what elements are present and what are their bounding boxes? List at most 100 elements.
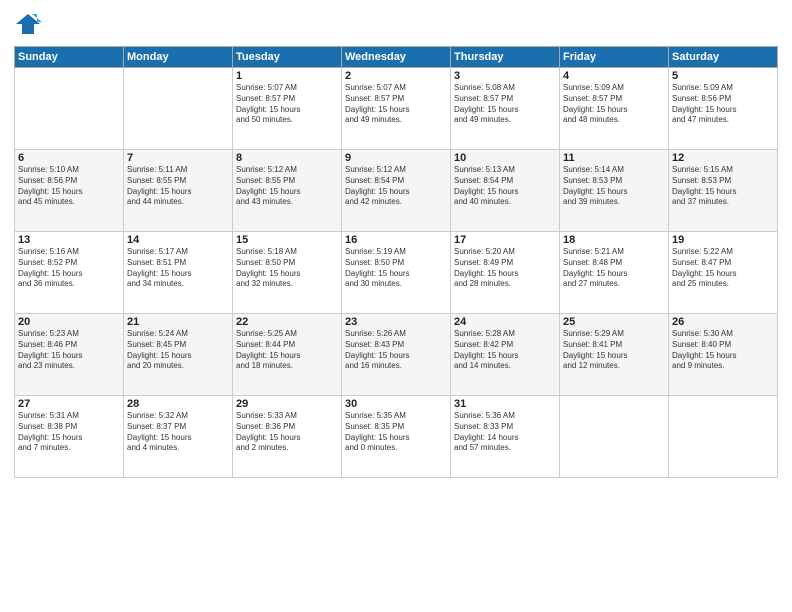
day-number: 10 [454, 152, 556, 164]
day-info: Sunrise: 5:12 AM Sunset: 8:54 PM Dayligh… [345, 165, 447, 208]
day-number: 30 [345, 398, 447, 410]
calendar-cell: 3Sunrise: 5:08 AM Sunset: 8:57 PM Daylig… [451, 68, 560, 150]
day-info: Sunrise: 5:35 AM Sunset: 8:35 PM Dayligh… [345, 411, 447, 454]
day-info: Sunrise: 5:07 AM Sunset: 8:57 PM Dayligh… [236, 83, 338, 126]
calendar-cell: 19Sunrise: 5:22 AM Sunset: 8:47 PM Dayli… [669, 232, 778, 314]
day-info: Sunrise: 5:30 AM Sunset: 8:40 PM Dayligh… [672, 329, 774, 372]
day-number: 19 [672, 234, 774, 246]
week-row-4: 20Sunrise: 5:23 AM Sunset: 8:46 PM Dayli… [15, 314, 778, 396]
day-info: Sunrise: 5:36 AM Sunset: 8:33 PM Dayligh… [454, 411, 556, 454]
day-info: Sunrise: 5:21 AM Sunset: 8:48 PM Dayligh… [563, 247, 665, 290]
day-info: Sunrise: 5:18 AM Sunset: 8:50 PM Dayligh… [236, 247, 338, 290]
calendar-cell: 12Sunrise: 5:15 AM Sunset: 8:53 PM Dayli… [669, 150, 778, 232]
weekday-header-thursday: Thursday [451, 47, 560, 68]
week-row-5: 27Sunrise: 5:31 AM Sunset: 8:38 PM Dayli… [15, 396, 778, 478]
day-info: Sunrise: 5:24 AM Sunset: 8:45 PM Dayligh… [127, 329, 229, 372]
day-info: Sunrise: 5:12 AM Sunset: 8:55 PM Dayligh… [236, 165, 338, 208]
day-number: 31 [454, 398, 556, 410]
week-row-2: 6Sunrise: 5:10 AM Sunset: 8:56 PM Daylig… [15, 150, 778, 232]
calendar-cell: 30Sunrise: 5:35 AM Sunset: 8:35 PM Dayli… [342, 396, 451, 478]
day-number: 2 [345, 70, 447, 82]
day-number: 17 [454, 234, 556, 246]
day-info: Sunrise: 5:17 AM Sunset: 8:51 PM Dayligh… [127, 247, 229, 290]
calendar-cell: 11Sunrise: 5:14 AM Sunset: 8:53 PM Dayli… [560, 150, 669, 232]
day-info: Sunrise: 5:33 AM Sunset: 8:36 PM Dayligh… [236, 411, 338, 454]
week-row-1: 1Sunrise: 5:07 AM Sunset: 8:57 PM Daylig… [15, 68, 778, 150]
day-number: 27 [18, 398, 120, 410]
calendar-cell: 31Sunrise: 5:36 AM Sunset: 8:33 PM Dayli… [451, 396, 560, 478]
day-info: Sunrise: 5:09 AM Sunset: 8:56 PM Dayligh… [672, 83, 774, 126]
day-info: Sunrise: 5:19 AM Sunset: 8:50 PM Dayligh… [345, 247, 447, 290]
day-number: 23 [345, 316, 447, 328]
day-info: Sunrise: 5:09 AM Sunset: 8:57 PM Dayligh… [563, 83, 665, 126]
day-number: 1 [236, 70, 338, 82]
day-number: 4 [563, 70, 665, 82]
calendar-cell: 18Sunrise: 5:21 AM Sunset: 8:48 PM Dayli… [560, 232, 669, 314]
calendar-cell: 24Sunrise: 5:28 AM Sunset: 8:42 PM Dayli… [451, 314, 560, 396]
day-number: 13 [18, 234, 120, 246]
calendar-cell: 16Sunrise: 5:19 AM Sunset: 8:50 PM Dayli… [342, 232, 451, 314]
day-info: Sunrise: 5:25 AM Sunset: 8:44 PM Dayligh… [236, 329, 338, 372]
calendar-cell: 10Sunrise: 5:13 AM Sunset: 8:54 PM Dayli… [451, 150, 560, 232]
calendar-cell: 28Sunrise: 5:32 AM Sunset: 8:37 PM Dayli… [124, 396, 233, 478]
week-row-3: 13Sunrise: 5:16 AM Sunset: 8:52 PM Dayli… [15, 232, 778, 314]
weekday-header-friday: Friday [560, 47, 669, 68]
calendar-cell [15, 68, 124, 150]
weekday-header-saturday: Saturday [669, 47, 778, 68]
day-number: 15 [236, 234, 338, 246]
calendar-cell [669, 396, 778, 478]
calendar-cell: 27Sunrise: 5:31 AM Sunset: 8:38 PM Dayli… [15, 396, 124, 478]
calendar-cell: 1Sunrise: 5:07 AM Sunset: 8:57 PM Daylig… [233, 68, 342, 150]
calendar-cell: 5Sunrise: 5:09 AM Sunset: 8:56 PM Daylig… [669, 68, 778, 150]
calendar-cell: 25Sunrise: 5:29 AM Sunset: 8:41 PM Dayli… [560, 314, 669, 396]
calendar-cell: 9Sunrise: 5:12 AM Sunset: 8:54 PM Daylig… [342, 150, 451, 232]
weekday-header-sunday: Sunday [15, 47, 124, 68]
day-number: 28 [127, 398, 229, 410]
day-info: Sunrise: 5:11 AM Sunset: 8:55 PM Dayligh… [127, 165, 229, 208]
calendar-cell: 2Sunrise: 5:07 AM Sunset: 8:57 PM Daylig… [342, 68, 451, 150]
day-number: 29 [236, 398, 338, 410]
logo [14, 10, 46, 38]
day-info: Sunrise: 5:15 AM Sunset: 8:53 PM Dayligh… [672, 165, 774, 208]
day-info: Sunrise: 5:32 AM Sunset: 8:37 PM Dayligh… [127, 411, 229, 454]
weekday-header-monday: Monday [124, 47, 233, 68]
calendar-cell: 22Sunrise: 5:25 AM Sunset: 8:44 PM Dayli… [233, 314, 342, 396]
weekday-header-row: SundayMondayTuesdayWednesdayThursdayFrid… [15, 47, 778, 68]
day-info: Sunrise: 5:10 AM Sunset: 8:56 PM Dayligh… [18, 165, 120, 208]
day-number: 11 [563, 152, 665, 164]
day-info: Sunrise: 5:14 AM Sunset: 8:53 PM Dayligh… [563, 165, 665, 208]
logo-icon [14, 10, 42, 38]
calendar-cell: 17Sunrise: 5:20 AM Sunset: 8:49 PM Dayli… [451, 232, 560, 314]
calendar-cell: 26Sunrise: 5:30 AM Sunset: 8:40 PM Dayli… [669, 314, 778, 396]
calendar-cell: 4Sunrise: 5:09 AM Sunset: 8:57 PM Daylig… [560, 68, 669, 150]
day-info: Sunrise: 5:31 AM Sunset: 8:38 PM Dayligh… [18, 411, 120, 454]
day-number: 3 [454, 70, 556, 82]
day-number: 5 [672, 70, 774, 82]
day-number: 20 [18, 316, 120, 328]
day-number: 22 [236, 316, 338, 328]
calendar-cell: 23Sunrise: 5:26 AM Sunset: 8:43 PM Dayli… [342, 314, 451, 396]
day-info: Sunrise: 5:22 AM Sunset: 8:47 PM Dayligh… [672, 247, 774, 290]
day-number: 26 [672, 316, 774, 328]
day-info: Sunrise: 5:29 AM Sunset: 8:41 PM Dayligh… [563, 329, 665, 372]
weekday-header-wednesday: Wednesday [342, 47, 451, 68]
calendar-cell [124, 68, 233, 150]
day-number: 16 [345, 234, 447, 246]
calendar-cell: 8Sunrise: 5:12 AM Sunset: 8:55 PM Daylig… [233, 150, 342, 232]
calendar-cell: 14Sunrise: 5:17 AM Sunset: 8:51 PM Dayli… [124, 232, 233, 314]
day-number: 9 [345, 152, 447, 164]
weekday-header-tuesday: Tuesday [233, 47, 342, 68]
calendar-cell: 15Sunrise: 5:18 AM Sunset: 8:50 PM Dayli… [233, 232, 342, 314]
day-info: Sunrise: 5:28 AM Sunset: 8:42 PM Dayligh… [454, 329, 556, 372]
calendar-cell: 20Sunrise: 5:23 AM Sunset: 8:46 PM Dayli… [15, 314, 124, 396]
day-number: 7 [127, 152, 229, 164]
day-number: 6 [18, 152, 120, 164]
day-number: 21 [127, 316, 229, 328]
day-number: 12 [672, 152, 774, 164]
header [14, 10, 778, 38]
page: SundayMondayTuesdayWednesdayThursdayFrid… [0, 0, 792, 612]
day-info: Sunrise: 5:08 AM Sunset: 8:57 PM Dayligh… [454, 83, 556, 126]
day-info: Sunrise: 5:26 AM Sunset: 8:43 PM Dayligh… [345, 329, 447, 372]
day-number: 8 [236, 152, 338, 164]
calendar-cell [560, 396, 669, 478]
